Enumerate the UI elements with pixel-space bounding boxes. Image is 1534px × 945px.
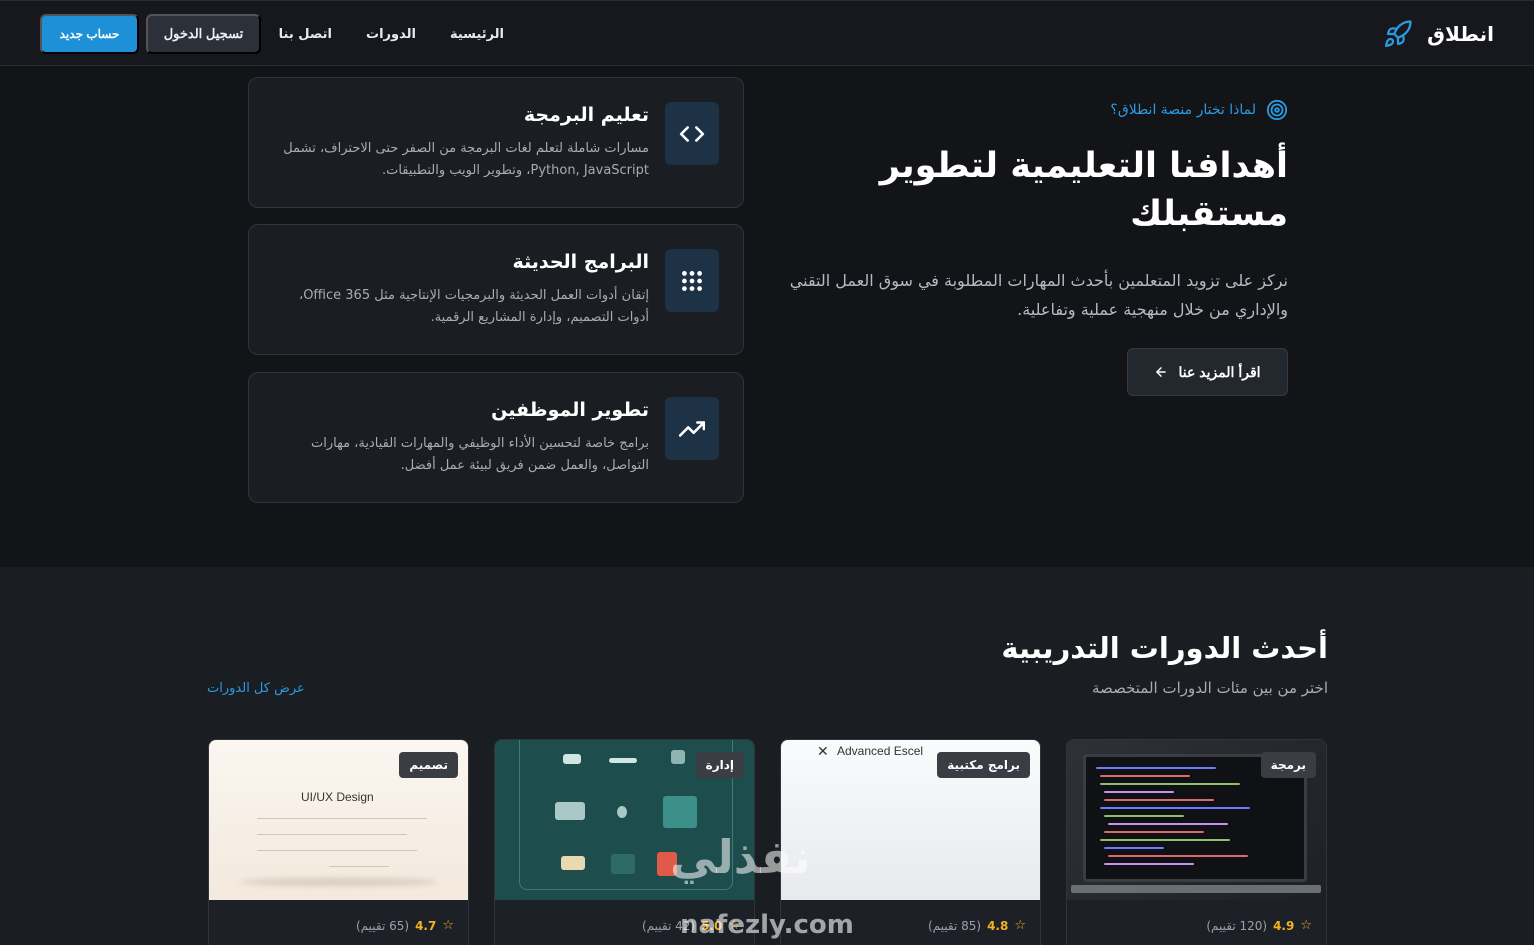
course-card-programming[interactable]: برمجة ☆ 4.9 (120 تقييم) xyxy=(1066,739,1327,945)
star-icon: ☆ xyxy=(1014,918,1026,933)
course-category-badge: برمجة xyxy=(1260,752,1316,778)
feature-description: مسارات شاملة لتعلم لغات البرمجة من الصفر… xyxy=(283,141,649,178)
feature-icon-box xyxy=(665,397,719,460)
feature-card-programming: تعليم البرمجة مسارات شاملة لتعلم لغات ال… xyxy=(248,77,744,208)
navbar: انطلاق الرئيسية الدورات اتصل بنا تسجيل ا… xyxy=(0,0,1534,66)
signup-button[interactable]: حساب جديد xyxy=(40,14,139,54)
watermark-logo: نفذلي xyxy=(670,830,811,884)
feature-card-employee-development: تطوير الموظفين برامج خاصة لتحسين الأداء … xyxy=(248,372,744,503)
card-icon xyxy=(561,856,585,870)
rating-value: 4.9 xyxy=(1273,918,1295,933)
wireframe-row xyxy=(257,818,427,819)
feature-title: تطوير الموظفين xyxy=(491,399,649,421)
view-all-courses-link[interactable]: عرض كل الدورات xyxy=(207,681,305,696)
ring-icon xyxy=(617,806,627,818)
feature-icon-box xyxy=(665,102,719,165)
rating-count: (85 تقييم) xyxy=(927,918,982,933)
close-icon: ✕ xyxy=(817,744,829,760)
why-label: لماذا تختار منصة انطلاق؟ xyxy=(1110,99,1288,121)
hero-title: أهدافنا التعليمية لتطوير مستقبلك xyxy=(879,146,1288,234)
course-category-badge: برامج مكتبية xyxy=(937,752,1030,778)
briefcase-icon xyxy=(563,754,581,764)
course-thumbnail: UI/UX Design تصميم xyxy=(209,740,468,900)
feature-description: برامج خاصة لتحسين الأداء الوظيفي والمهار… xyxy=(311,436,649,473)
courses-subtitle: اختر من بين مئات الدورات المتخصصة xyxy=(1092,679,1328,697)
target-icon xyxy=(1266,99,1288,121)
course-category-badge: تصميم xyxy=(399,752,458,778)
wireframe-row xyxy=(257,834,407,835)
goals-section: لماذا تختار منصة انطلاق؟ أهدافنا التعليم… xyxy=(0,66,1534,567)
course-category-badge: إدارة xyxy=(695,752,744,778)
grid-icon xyxy=(682,270,702,291)
nav-link-contact[interactable]: اتصل بنا xyxy=(279,27,332,42)
feature-title: البرامج الحديثة xyxy=(512,251,649,273)
why-label-text: لماذا تختار منصة انطلاق؟ xyxy=(1110,102,1256,118)
brand-name: انطلاق xyxy=(1427,22,1494,46)
wireframe-row xyxy=(257,850,417,851)
course-rating: ☆ 4.8 (85 تقييم) xyxy=(928,918,1026,933)
read-more-label: اقرأ المزيد عنا xyxy=(1178,363,1261,380)
rating-value: 4.8 xyxy=(987,918,1009,933)
star-icon: ☆ xyxy=(442,918,454,933)
feature-title: تعليم البرمجة xyxy=(523,104,649,126)
wireframe-row xyxy=(329,866,389,867)
trending-up-icon xyxy=(679,420,705,437)
rating-count: (65 تقييم) xyxy=(355,918,410,933)
nav-link-home[interactable]: الرئيسية xyxy=(450,27,504,42)
star-icon: ☆ xyxy=(1300,918,1312,933)
chart-icon xyxy=(671,750,685,764)
arrow-left-icon xyxy=(1156,367,1167,377)
brand[interactable]: انطلاق xyxy=(1383,19,1494,49)
rating-value: 4.7 xyxy=(415,918,437,933)
hero-description: نركز على تزويد المتعلمين بأحدث المهارات … xyxy=(789,271,1288,319)
course-thumbnail: ✕ Advanced Escel برامج مكتبية xyxy=(781,740,1040,900)
clipboard-icon xyxy=(611,854,635,874)
course-rating: ☆ 4.9 (120 تقييم) xyxy=(1206,918,1312,933)
person-icon xyxy=(555,802,585,820)
watermark-domain: nafezly.com xyxy=(680,910,854,940)
courses-title: أحدث الدورات التدريبية xyxy=(1001,631,1328,665)
thumbnail-title: UI/UX Design xyxy=(301,790,374,804)
rating-count: (120 تقييم) xyxy=(1206,918,1268,933)
read-more-button[interactable]: اقرأ المزيد عنا xyxy=(1127,348,1288,396)
pen-icon xyxy=(609,758,637,763)
nav-link-courses[interactable]: الدورات xyxy=(366,27,416,42)
feature-icon-box xyxy=(665,249,719,312)
laptop-base xyxy=(1071,885,1321,893)
nav-links: الرئيسية الدورات اتصل بنا xyxy=(279,1,504,67)
login-button[interactable]: تسجيل الدخول xyxy=(146,14,261,54)
rocket-icon xyxy=(1385,20,1412,47)
course-thumbnail: برمجة xyxy=(1067,740,1326,900)
code-icon xyxy=(679,125,705,142)
decorative-shadow xyxy=(239,878,439,886)
thumbnail-title: Advanced Escel xyxy=(837,744,924,758)
course-card-design[interactable]: UI/UX Design تصميم ☆ 4.7 (65 تقييم) xyxy=(208,739,469,945)
course-rating: ☆ 4.7 (65 تقييم) xyxy=(356,918,454,933)
feature-card-modern-software: البرامج الحديثة إتقان أدوات العمل الحديث… xyxy=(248,224,744,355)
document-icon xyxy=(663,796,697,828)
feature-description: إتقان أدوات العمل الحديثة والبرمجيات الإ… xyxy=(299,288,649,325)
courses-section: أحدث الدورات التدريبية اختر من بين مئات … xyxy=(0,567,1534,945)
